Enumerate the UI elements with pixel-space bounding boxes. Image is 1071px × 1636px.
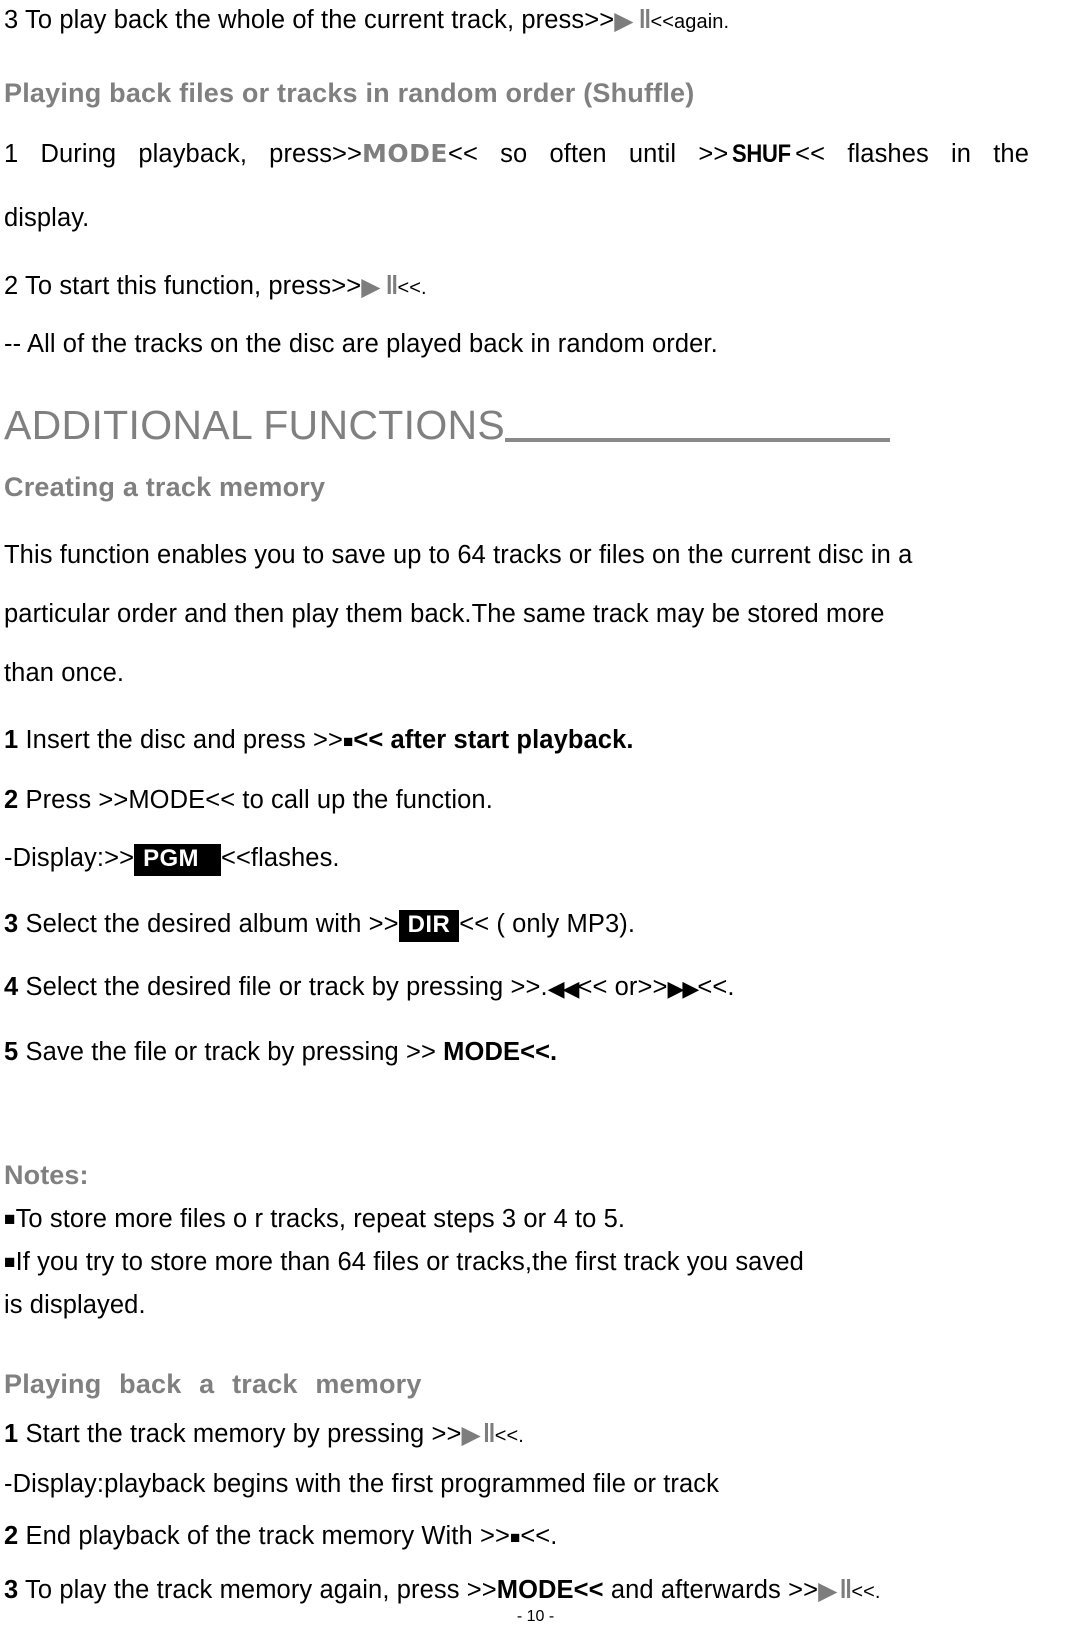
step-number: 2 xyxy=(4,272,19,300)
step-text-before: End playback of the track memory With >> xyxy=(18,1522,510,1550)
page-number: - 10 - xyxy=(516,1608,555,1625)
keyword-mode: MODE<<. xyxy=(443,1038,558,1066)
document-page: 3 To play back the whole of the current … xyxy=(0,0,1071,1636)
play-icon: ▶ xyxy=(614,7,634,35)
step-number: 3 xyxy=(4,910,19,938)
paragraph-shuffle-step-1: 1 During playback, press>>MODE<< so ofte… xyxy=(4,141,1029,168)
step-number: 1 xyxy=(4,1420,19,1448)
paragraph-display-pgm: -Display:>> PGM <<flashes. xyxy=(4,844,1065,876)
step-number: 1 xyxy=(4,140,19,168)
step-text-b: << so often until >> xyxy=(448,140,729,168)
pause-icon: ‖ xyxy=(638,4,652,34)
step-text-before: Save the file or track by pressing >> xyxy=(18,1038,444,1066)
note-item-2: ■If you try to store more than 64 files … xyxy=(4,1248,1063,1276)
paragraph-creating-step-3: 3 Select the desired album with >> DIR << … xyxy=(4,910,1065,942)
paragraph-creating-intro-line-2: particular order and then play them back… xyxy=(4,600,885,628)
step-text-after: <<again. xyxy=(650,11,730,33)
step-number: 5 xyxy=(4,1038,19,1066)
stop-icon: ■ xyxy=(509,1528,521,1547)
step-text-after: <<. xyxy=(397,277,427,299)
step-number: 3 xyxy=(4,6,19,34)
previous-track-icon: ◀◀ xyxy=(547,976,580,1001)
note-item-1: ■To store more files o r tracks, repeat … xyxy=(4,1205,1065,1233)
step-number: 2 xyxy=(4,1522,19,1550)
paragraph-creating-step-2: 2 Press >>MODE<< to call up the function… xyxy=(4,786,1065,814)
pause-icon: ‖ xyxy=(839,1574,852,1604)
paragraph-playing-step-3: 3 To play the track memory again, press … xyxy=(4,1576,1065,1604)
paragraph-shuffle-note: -- All of the tracks on the disc are pla… xyxy=(4,330,718,358)
bullet-square-icon: ■ xyxy=(4,1209,16,1230)
note-text: To store more files o r tracks, repeat s… xyxy=(15,1205,626,1233)
paragraph-shuffle-step-1-continued: display. xyxy=(4,204,90,232)
step-number: 2 xyxy=(4,786,19,814)
heading-notes: Notes: xyxy=(4,1160,89,1190)
keyword-shuf: SHUF xyxy=(732,140,792,168)
step-text-after: <<. xyxy=(697,973,735,1001)
step-text-before: Select the desired album with >> xyxy=(18,910,399,938)
step-text-before: Insert the disc and press >> xyxy=(18,726,343,754)
paragraph-creating-step-4: 4 Select the desired file or track by pr… xyxy=(4,973,1065,1001)
step-text-after: <<. xyxy=(494,1425,524,1447)
paragraph-shuffle-prev-step-3: 3 To play back the whole of the current … xyxy=(4,6,1065,34)
paragraph-playing-step-1: 1 Start the track memory by pressing >>▶… xyxy=(4,1420,1065,1448)
badge-pgm: PGM xyxy=(134,844,221,876)
paragraph-creating-step-1: 1 Insert the disc and press >>■<< after … xyxy=(4,726,1065,754)
paragraph-playing-display: -Display:playback begins with the first … xyxy=(4,1470,720,1498)
step-text-after: <<. xyxy=(520,1522,558,1550)
step-text-after: << after start playback. xyxy=(353,726,634,754)
step-text-before: Select the desired file or track by pres… xyxy=(18,973,548,1001)
paragraph-creating-intro-line-1: This function enables you to save up to … xyxy=(4,541,913,569)
badge-dir: DIR xyxy=(398,910,460,942)
paragraph-creating-step-5: 5 Save the file or track by pressing >> … xyxy=(4,1038,1065,1066)
note-text-line-1: If you try to store more than 64 files o… xyxy=(15,1248,804,1276)
heading-additional-functions-text: ADDITIONAL FUNCTIONS xyxy=(4,402,506,448)
play-icon: ▶ xyxy=(461,1421,481,1449)
step-text-before: To start this function, press>> xyxy=(18,272,362,300)
step-number: 3 xyxy=(4,1576,19,1604)
display-text-before: -Display:>> xyxy=(4,844,135,872)
display-text-after: <<flashes. xyxy=(220,844,340,872)
heading-playing-track-memory: Playing back a track memory xyxy=(4,1369,422,1399)
note-item-2-continued: is displayed. xyxy=(4,1291,146,1319)
heading-additional-functions: ADDITIONAL FUNCTIONS xyxy=(4,405,1065,446)
heading-creating-track-memory: Creating a track memory xyxy=(4,472,326,502)
pause-icon: ‖ xyxy=(385,270,399,300)
paragraph-playing-step-2: 2 End playback of the track memory With … xyxy=(4,1522,1065,1550)
step-text: Press >>MODE<< to call up the function. xyxy=(18,786,493,814)
bullet-square-icon: ■ xyxy=(4,1252,16,1273)
paragraph-creating-intro-line-3: than once. xyxy=(4,659,125,687)
keyword-mode: MODE xyxy=(362,139,448,168)
step-text-middle: and afterwards >> xyxy=(603,1576,819,1604)
next-track-icon: ▶▶ xyxy=(667,976,700,1001)
step-text-before: To play the track memory again, press >> xyxy=(18,1576,497,1604)
keyword-mode: MODE<< xyxy=(496,1576,604,1604)
play-icon: ▶ xyxy=(361,273,381,301)
step-text-middle: << or>> xyxy=(577,973,668,1001)
step-text-after: <<. xyxy=(851,1581,881,1603)
heading-underline-rule xyxy=(505,406,891,446)
step-number: 4 xyxy=(4,973,19,1001)
pause-icon: ‖ xyxy=(482,1418,496,1448)
heading-shuffle: Playing back files or tracks in random o… xyxy=(4,78,695,108)
step-text-c: << flashes in the xyxy=(795,140,1029,168)
step-number: 1 xyxy=(4,726,19,754)
stop-icon: ■ xyxy=(342,732,354,751)
step-text-before: Start the track memory by pressing >> xyxy=(18,1420,462,1448)
step-text-a: During playback, press>> xyxy=(40,140,363,168)
play-icon: ▶ xyxy=(818,1577,838,1605)
step-text-after: << ( only MP3). xyxy=(459,910,636,938)
paragraph-shuffle-step-2: 2 To start this function, press>>▶ ‖<<. xyxy=(4,272,1065,300)
step-text-before: To play back the whole of the current tr… xyxy=(18,6,615,34)
